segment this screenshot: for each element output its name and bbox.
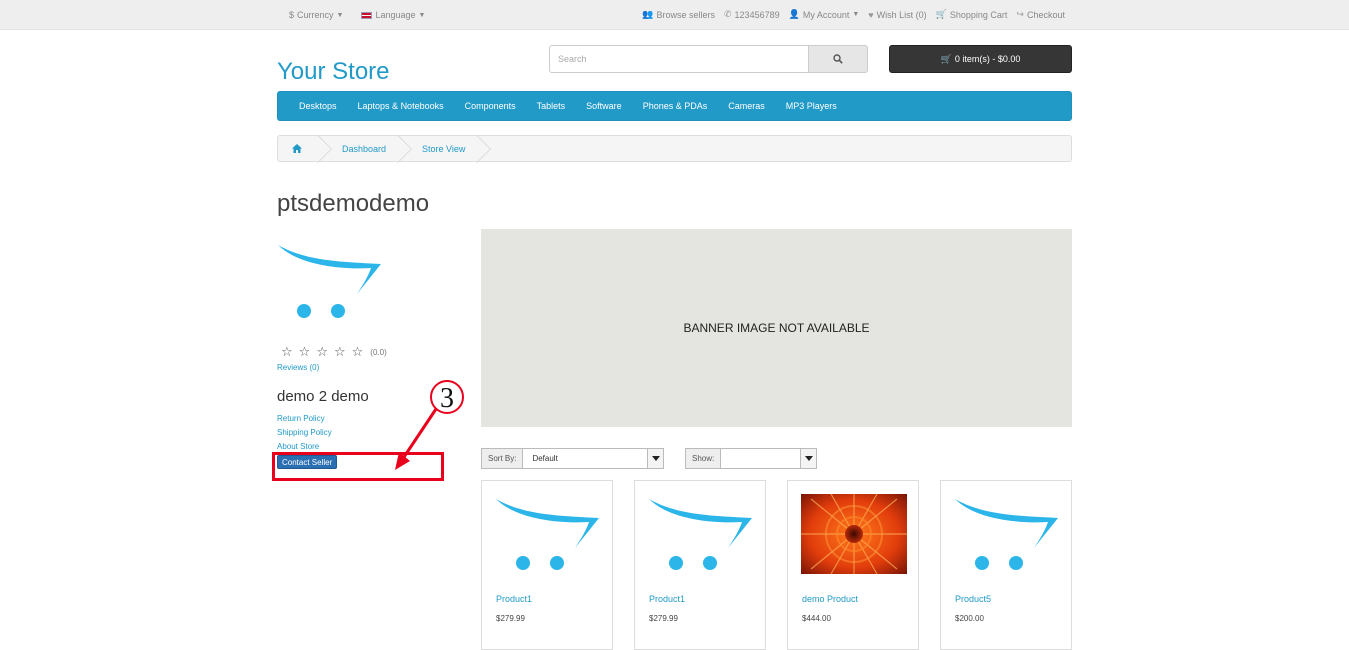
star-icon: ☆ — [298, 344, 311, 359]
annotation-arrow: 3 — [395, 380, 464, 470]
wish-list-link[interactable]: ♥ Wish List (0) — [868, 9, 926, 20]
product-image[interactable] — [648, 494, 754, 574]
caret-down-icon: ▼ — [418, 11, 426, 19]
seller-logo — [277, 240, 385, 327]
banner-text: BANNER IMAGE NOT AVAILABLE — [683, 321, 870, 335]
show-select[interactable] — [721, 449, 816, 468]
sort-label: Sort By: — [482, 449, 524, 468]
breadcrumb: Dashboard Store View — [277, 135, 1072, 162]
reviews-link[interactable]: Reviews (0) — [277, 363, 319, 372]
search-group — [549, 45, 868, 73]
product-name[interactable]: demo Product — [802, 594, 858, 604]
search-input[interactable] — [549, 45, 809, 73]
shipping-policy-link[interactable]: Shipping Policy — [277, 428, 332, 438]
heart-icon: ♥ — [868, 9, 874, 20]
return-policy-link[interactable]: Return Policy — [277, 414, 332, 424]
star-icon: ☆ — [351, 344, 364, 359]
product-card[interactable]: Product1 $279.99 — [481, 480, 613, 650]
product-card[interactable]: Product5 $200.00 — [940, 480, 1072, 650]
shop-name: demo 2 demo — [277, 388, 369, 405]
menu-item-phones[interactable]: Phones & PDAs — [643, 101, 708, 111]
uk-flag-icon — [361, 11, 373, 19]
product-price: $200.00 — [955, 614, 984, 623]
currency-symbol: $ — [289, 10, 295, 20]
main-menu: Desktops Laptops & Notebooks Components … — [277, 91, 1072, 121]
cart-icon: 🛒 — [940, 53, 952, 64]
product-price: $444.00 — [802, 614, 831, 623]
breadcrumb-store-view[interactable]: Store View — [402, 136, 481, 161]
browse-sellers-label: Browse sellers — [656, 9, 715, 20]
product-price: $279.99 — [496, 614, 525, 623]
cart-button[interactable]: 🛒 0 item(s) - $0.00 — [889, 45, 1072, 73]
product-name[interactable]: Product1 — [649, 594, 685, 604]
product-name[interactable]: Product5 — [955, 594, 991, 604]
top-bar: $ Currency ▼ Language ▼ 👥 Browse sellers… — [0, 0, 1349, 30]
page-title: ptsdemodemo — [277, 190, 430, 217]
star-icon: ☆ — [281, 344, 293, 359]
menu-item-components[interactable]: Components — [465, 101, 516, 111]
rating-stars: ☆ ☆ ☆ ☆ ☆ (0.0) — [281, 344, 387, 360]
sort-value: Default — [532, 454, 558, 463]
product-image[interactable] — [495, 494, 601, 574]
my-account-label: My Account — [802, 9, 850, 20]
menu-item-cameras[interactable]: Cameras — [728, 101, 765, 111]
show-control: Show: — [685, 448, 817, 469]
search-button[interactable] — [808, 45, 868, 73]
currency-label: Currency — [297, 10, 334, 20]
menu-item-mp3-players[interactable]: MP3 Players — [786, 101, 837, 111]
wish-list-label: Wish List (0) — [876, 9, 927, 20]
about-store-link[interactable]: About Store — [277, 442, 332, 452]
product-card[interactable]: demo Product $444.00 — [787, 480, 919, 650]
browse-sellers-link[interactable]: 👥 Browse sellers — [642, 9, 715, 20]
menu-item-software[interactable]: Software — [586, 101, 622, 111]
menu-item-desktops[interactable]: Desktops — [299, 101, 337, 111]
phone-link[interactable]: ✆ 123456789 — [724, 9, 780, 20]
product-card[interactable]: Product1 $279.99 — [634, 480, 766, 650]
seller-links: Return Policy Shipping Policy About Stor… — [277, 414, 332, 452]
phone-label: 123456789 — [734, 9, 780, 20]
home-icon — [292, 144, 302, 153]
rating-count: (0.0) — [370, 347, 387, 357]
cart-label: 0 item(s) - $0.00 — [954, 54, 1021, 64]
star-icon: ☆ — [316, 344, 328, 359]
cart-icon: 🛒 — [935, 9, 947, 19]
store-logo[interactable]: Your Store — [277, 58, 390, 86]
caret-down-icon: ▼ — [852, 11, 860, 18]
banner-placeholder: BANNER IMAGE NOT AVAILABLE — [481, 229, 1072, 427]
product-price: $279.99 — [649, 614, 678, 623]
phone-icon: ✆ — [724, 9, 732, 19]
breadcrumb-dashboard[interactable]: Dashboard — [322, 136, 402, 161]
language-label: Language — [375, 10, 416, 20]
shopping-cart-label: Shopping Cart — [949, 9, 1008, 20]
language-dropdown[interactable]: Language ▼ — [361, 10, 425, 20]
currency-dropdown[interactable]: $ Currency ▼ — [289, 10, 343, 20]
annotation-number: 3 — [440, 383, 454, 414]
my-account-dropdown[interactable]: 👤 My Account ▼ — [789, 9, 860, 20]
shopping-cart-link[interactable]: 🛒 Shopping Cart — [936, 9, 1008, 20]
search-icon — [833, 54, 843, 64]
breadcrumb-home[interactable] — [278, 136, 322, 161]
user-icon: 👤 — [788, 9, 800, 19]
caret-down-icon: ▼ — [336, 11, 344, 19]
share-icon: ↪ — [1016, 9, 1024, 19]
product-image[interactable] — [954, 494, 1060, 574]
users-icon: 👥 — [642, 9, 654, 19]
dropdown-arrow-icon — [647, 449, 663, 468]
menu-item-laptops[interactable]: Laptops & Notebooks — [358, 101, 444, 111]
product-name[interactable]: Product1 — [496, 594, 532, 604]
dropdown-arrow-icon — [800, 449, 816, 468]
show-label: Show: — [686, 449, 722, 468]
product-image[interactable] — [801, 494, 907, 574]
checkout-link[interactable]: ↪ Checkout — [1016, 9, 1065, 20]
star-icon: ☆ — [333, 344, 346, 359]
checkout-label: Checkout — [1026, 9, 1065, 20]
sort-control: Sort By: Default — [481, 448, 664, 469]
menu-item-tablets[interactable]: Tablets — [537, 101, 566, 111]
sort-select[interactable]: Default — [523, 449, 663, 468]
